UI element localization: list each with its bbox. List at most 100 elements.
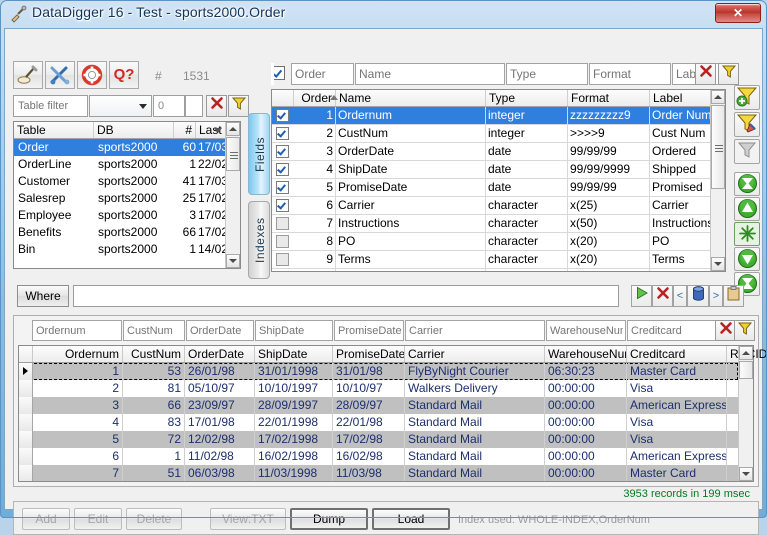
clear-filter-button[interactable] [734,139,760,164]
fields-grid[interactable]: Order Name Type Format Label 1 Ordernum … [271,89,726,272]
data-col-custnum[interactable]: CustNum [123,346,185,362]
field-row[interactable]: 3 OrderDate date 99/99/99 Ordered [272,143,710,161]
delete-button[interactable]: Delete [126,508,182,530]
add-button[interactable]: Add [22,508,70,530]
data-col-orderdate[interactable]: OrderDate [185,346,255,362]
table-filter-combo[interactable] [89,95,152,117]
scroll-down-button[interactable] [739,467,753,481]
field-filter-type-input[interactable] [506,63,588,85]
data-filter-custnum-input[interactable] [123,320,185,341]
scroll-down-button[interactable] [226,254,240,268]
table-row[interactable]: 7 51 06/03/98 11/03/1998 11/03/98 Standa… [19,465,738,481]
data-col-shipdate[interactable]: ShipDate [255,346,333,362]
table-list-row[interactable]: Employee sports2000 3 17/02/2 [14,207,225,224]
where-input[interactable] [73,285,619,307]
table-list-row[interactable]: OrderLine sports2000 1 22/02/2 [14,156,225,173]
fields-col-name[interactable]: Name [336,90,486,106]
table-row[interactable]: 4 83 17/01/98 22/01/1998 22/01/98 Standa… [19,414,738,431]
field-row[interactable]: 2 CustNum integer >>>>9 Cust Num [272,125,710,143]
field-row[interactable]: 1 Ordernum integer zzzzzzzzz9 Order Num [272,107,710,125]
data-filter-orderdate-input[interactable] [186,320,254,341]
tab-indexes[interactable]: Indexes [248,201,270,279]
field-include-checkbox[interactable] [276,199,289,212]
query-button[interactable]: Q? [109,61,139,89]
scroll-down-button[interactable] [711,257,725,271]
field-row[interactable]: 10 SalesRep character x(4) Sales Rep [272,269,710,271]
table-filter-clear-button[interactable] [206,95,227,117]
table-filter-apply-button[interactable] [228,95,249,117]
table-list-col-table[interactable]: Table [14,122,94,138]
table-list-row[interactable]: Order sports2000 60 17/03/2 [14,139,225,156]
field-row[interactable]: 5 PromiseDate date 99/99/99 Promised [272,179,710,197]
scroll-up-button[interactable] [739,346,753,360]
move-top-button[interactable] [734,172,760,196]
scroll-up-button[interactable] [226,122,240,136]
data-filter-shipdate-input[interactable] [255,320,333,341]
field-row[interactable]: 8 PO character x(20) PO [272,233,710,251]
move-up-button[interactable] [734,197,760,221]
cancel-query-button[interactable] [652,285,673,307]
data-filter-carrier-input[interactable] [405,320,545,341]
load-button[interactable]: Load [372,508,450,530]
clipboard-button[interactable] [723,285,744,307]
data-col-warehousenum[interactable]: WarehouseNum [545,346,627,362]
fields-col-type[interactable]: Type [486,90,568,106]
field-filter-name-input[interactable] [355,63,505,85]
edit-button[interactable]: Edit [74,508,122,530]
scroll-thumb[interactable] [226,137,240,171]
settings-button[interactable] [45,61,75,89]
data-grid[interactable]: Ordernum CustNum OrderDate ShipDate Prom… [18,345,767,482]
fields-grid-scrollbar[interactable] [710,90,725,271]
scroll-thumb[interactable] [711,105,725,189]
field-include-checkbox[interactable] [276,145,289,158]
where-button[interactable]: Where [17,285,69,307]
data-filter-ordernum-input[interactable] [32,320,122,341]
data-filter-apply-button[interactable] [734,320,755,341]
data-col-creditcard[interactable]: Creditcard [627,346,727,362]
database-button[interactable] [687,285,709,307]
field-filter-clear-button[interactable] [695,63,716,85]
field-row[interactable]: 6 Carrier character x(25) Carrier [272,197,710,215]
field-filter-format-input[interactable] [589,63,671,85]
data-filter-clear-button[interactable] [715,320,736,341]
table-list-row[interactable]: Customer sports2000 41 17/03/2 [14,173,225,190]
table-list-row[interactable]: Bin sports2000 1 14/02/2 [14,241,225,258]
tab-fields[interactable]: Fields [248,113,270,195]
table-filter-number2-input[interactable] [185,95,203,117]
table-filter-number-input[interactable] [153,95,185,117]
prev-query-button[interactable]: < [673,285,687,307]
table-list-row[interactable]: Salesrep sports2000 25 17/02/2 [14,190,225,207]
data-col-promisedate[interactable]: PromiseDate [333,346,405,362]
field-include-checkbox[interactable] [276,109,289,122]
next-query-button[interactable]: > [709,285,723,307]
dig-tool-button[interactable] [13,61,43,89]
field-include-checkbox[interactable] [276,163,289,176]
table-row[interactable]: 3 66 23/09/97 28/09/1997 28/09/97 Standa… [19,397,738,414]
data-filter-creditcard-input[interactable] [627,320,727,341]
scroll-up-button[interactable] [711,90,725,104]
field-include-checkbox[interactable] [276,181,289,194]
data-grid-scrollbar[interactable] [738,346,753,481]
table-row[interactable]: 1 53 26/01/98 31/01/1998 31/01/98 FlyByN… [19,363,738,380]
data-col-carrier[interactable]: Carrier [405,346,545,362]
table-list-col-db[interactable]: DB [94,122,174,138]
field-include-checkbox[interactable] [276,235,289,248]
field-include-checkbox[interactable] [276,217,289,230]
edit-filter-button[interactable] [734,112,760,137]
table-row[interactable]: 5 72 12/02/98 17/02/1998 17/02/98 Standa… [19,431,738,448]
field-include-checkbox[interactable] [276,253,289,266]
close-button[interactable]: ✕ [715,3,761,23]
table-list-grid[interactable]: Table DB # Last U Order sports2000 60 17… [13,121,241,269]
table-list-row[interactable]: Benefits sports2000 66 17/02/2 [14,224,225,241]
data-filter-warehousenum-input[interactable] [546,320,626,341]
move-down-button[interactable] [734,247,760,271]
field-include-checkbox[interactable] [276,127,289,140]
data-filter-promisedate-input[interactable] [334,320,404,341]
scroll-thumb[interactable] [739,361,753,379]
field-row[interactable]: 4 ShipDate date 99/99/9999 Shipped [272,161,710,179]
table-row[interactable]: 2 81 05/10/97 10/10/1997 10/10/97 Walker… [19,380,738,397]
field-row[interactable]: 7 Instructions character x(50) Instructi… [272,215,710,233]
data-col-ordernum[interactable]: Ordernum [33,346,123,362]
dump-button[interactable]: Dump [290,508,368,530]
field-filter-order-input[interactable] [291,63,354,85]
